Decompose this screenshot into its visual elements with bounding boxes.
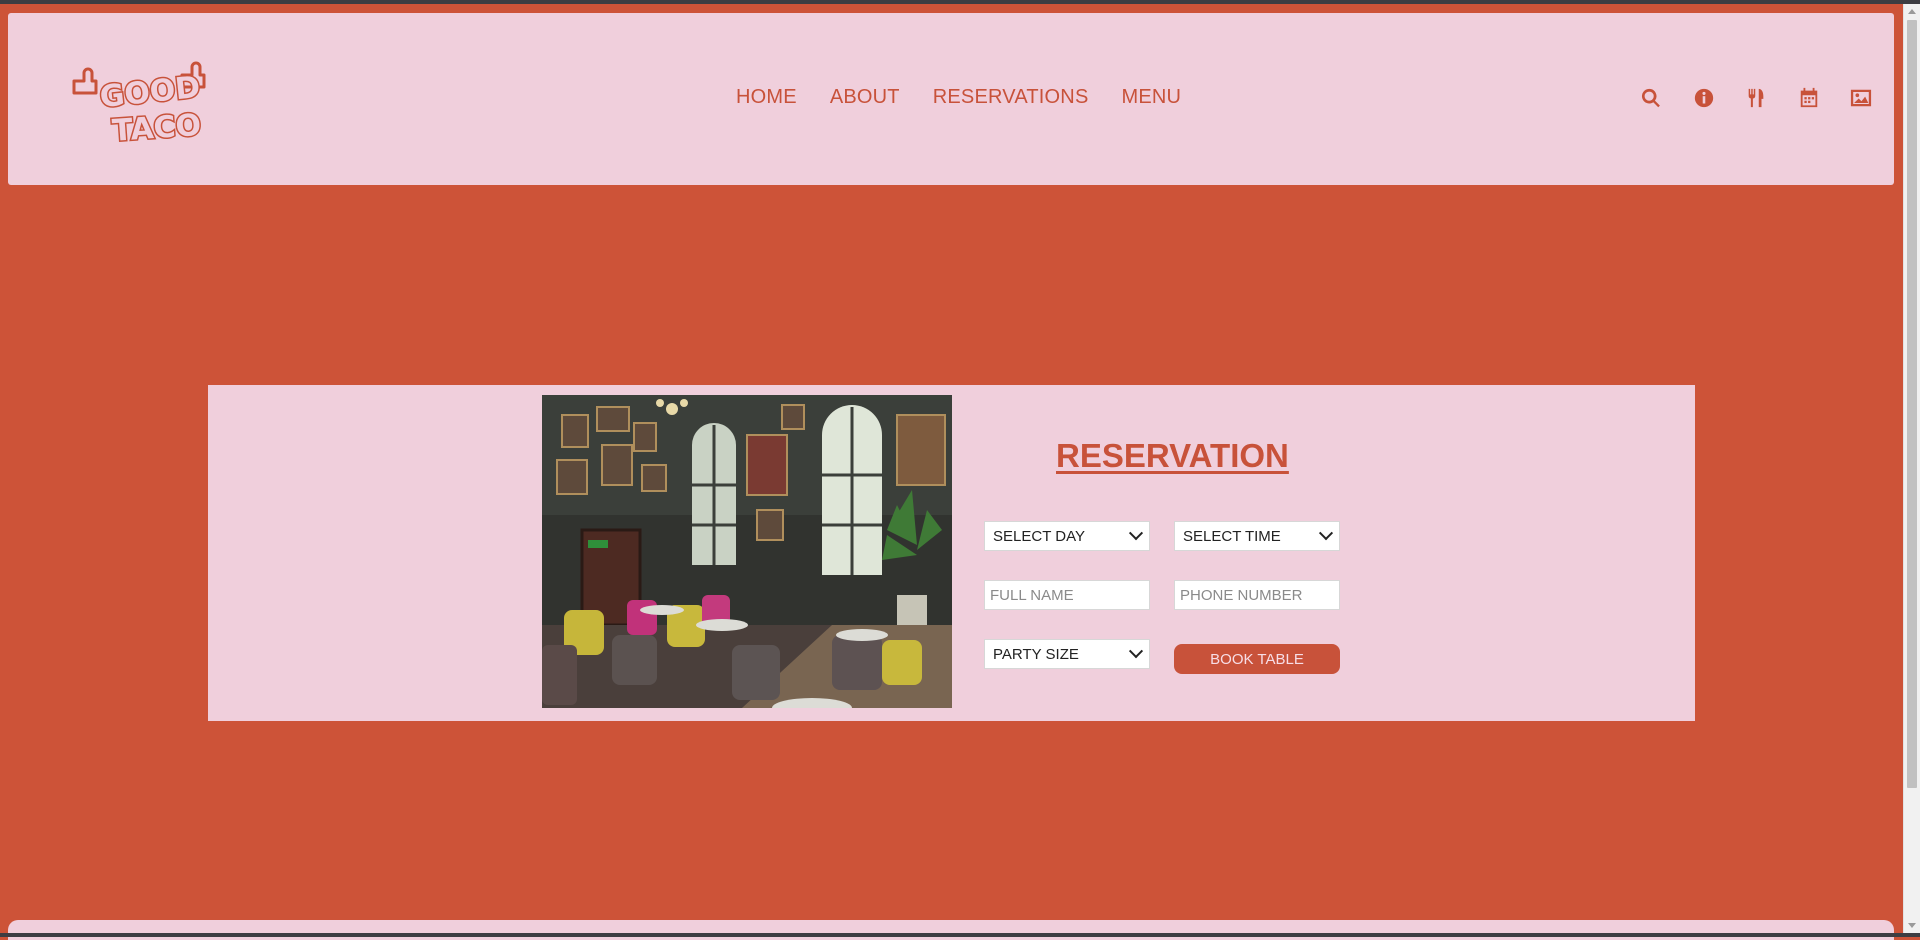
utensils-icon[interactable] <box>1745 86 1798 110</box>
phone-number-placeholder: PHONE NUMBER <box>1180 586 1303 604</box>
select-day-value: SELECT DAY <box>993 527 1085 545</box>
site-header: GOOD TACO HOME ABOUT RESERVATIONS MENU <box>8 13 1894 185</box>
nav-reservations[interactable]: RESERVATIONS <box>933 86 1089 109</box>
full-name-input[interactable]: FULL NAME <box>984 580 1150 610</box>
window-bottom-border <box>0 933 1920 937</box>
select-time-dropdown[interactable]: SELECT TIME <box>1174 521 1340 551</box>
restaurant-interior-image <box>542 395 952 708</box>
select-day-dropdown[interactable]: SELECT DAY <box>984 521 1150 551</box>
svg-text:TACO: TACO <box>111 108 202 149</box>
scroll-up-arrow-icon[interactable] <box>1908 9 1916 14</box>
nav-home[interactable]: HOME <box>736 86 797 109</box>
scrollbar-thumb[interactable] <box>1907 20 1917 788</box>
party-size-dropdown[interactable]: PARTY SIZE <box>984 639 1150 669</box>
page-scrollbar[interactable] <box>1903 4 1920 933</box>
window-top-border <box>0 0 1920 4</box>
select-time-value: SELECT TIME <box>1183 527 1281 545</box>
search-icon[interactable] <box>1640 86 1693 110</box>
book-table-button[interactable]: BOOK TABLE <box>1174 644 1340 674</box>
scroll-down-arrow-icon[interactable] <box>1908 923 1916 928</box>
main-nav: HOME ABOUT RESERVATIONS MENU <box>736 86 1214 109</box>
phone-number-input[interactable]: PHONE NUMBER <box>1174 580 1340 610</box>
chevron-down-icon <box>1128 644 1144 659</box>
chevron-down-icon <box>1128 526 1144 541</box>
reservation-card: RESERVATION SELECT DAY SELECT TIME FULL … <box>208 385 1695 721</box>
header-icon-bar <box>1640 86 1903 110</box>
calendar-icon[interactable] <box>1798 86 1851 110</box>
party-size-value: PARTY SIZE <box>993 645 1079 663</box>
good-taco-logo[interactable]: GOOD TACO <box>70 55 208 151</box>
nav-about[interactable]: ABOUT <box>830 86 900 109</box>
image-icon[interactable] <box>1850 86 1903 110</box>
full-name-placeholder: FULL NAME <box>990 586 1074 604</box>
info-icon[interactable] <box>1693 86 1746 110</box>
reservation-title: RESERVATION <box>1056 437 1289 474</box>
chevron-down-icon <box>1318 526 1334 541</box>
nav-menu[interactable]: MENU <box>1122 86 1182 109</box>
footer-edge <box>8 920 1894 940</box>
